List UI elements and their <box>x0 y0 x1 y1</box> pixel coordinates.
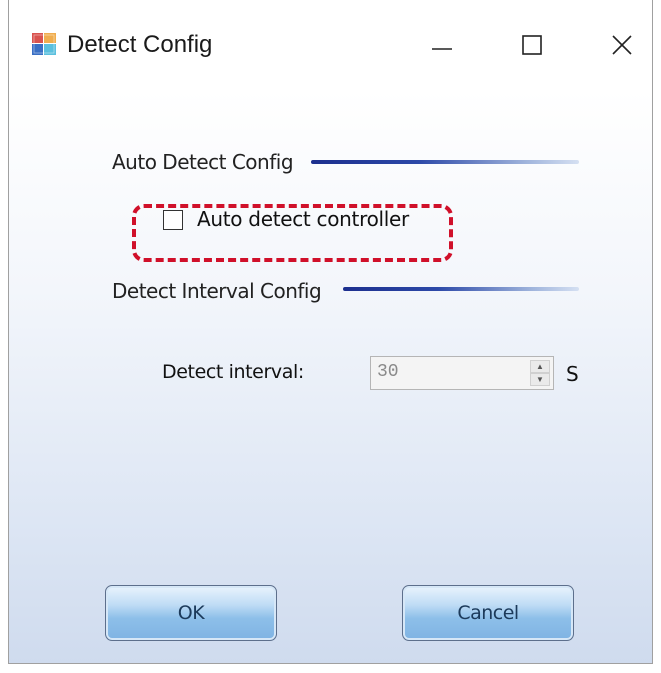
detect-interval-section-label: Detect Interval Config <box>112 279 322 303</box>
maximize-button[interactable] <box>507 22 557 68</box>
detect-interval-label: Detect interval: <box>162 361 304 383</box>
minimize-icon <box>432 48 452 50</box>
detect-config-window: Detect Config Auto Detect Config Auto de… <box>8 0 653 664</box>
detect-interval-value[interactable]: 30 <box>377 362 399 382</box>
spin-up-icon[interactable]: ▲ <box>530 360 550 373</box>
auto-detect-checkbox-label[interactable]: Auto detect controller <box>197 207 409 231</box>
cancel-button[interactable]: Cancel <box>402 585 574 641</box>
auto-detect-section-divider <box>311 160 579 164</box>
title-bar[interactable]: Detect Config <box>9 0 652 90</box>
app-icon <box>32 33 56 55</box>
dialog-content: Auto Detect Config Auto detect controlle… <box>9 90 652 663</box>
auto-detect-section-label: Auto Detect Config <box>112 150 294 174</box>
ok-button[interactable]: OK <box>105 585 277 641</box>
window-title: Detect Config <box>67 31 213 58</box>
close-icon <box>612 35 632 55</box>
minimize-button[interactable] <box>417 22 467 68</box>
maximize-icon <box>522 35 542 55</box>
interval-unit-label: S <box>566 362 579 386</box>
detect-interval-stepper[interactable]: 30 ▲ ▼ <box>370 356 554 390</box>
detect-interval-section-divider <box>343 287 579 291</box>
spin-down-icon[interactable]: ▼ <box>530 373 550 386</box>
spin-buttons: ▲ ▼ <box>530 360 550 386</box>
auto-detect-checkbox[interactable] <box>163 210 183 230</box>
close-button[interactable] <box>597 22 647 68</box>
